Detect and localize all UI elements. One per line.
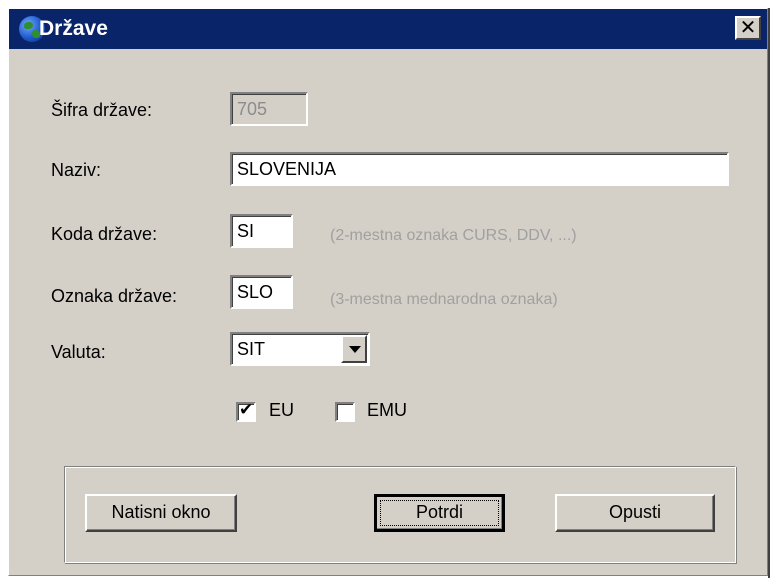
eu-label[interactable]: EU (269, 400, 294, 421)
close-icon: ✕ (739, 15, 757, 39)
close-button[interactable]: ✕ (735, 16, 761, 40)
naziv-label: Naziv: (51, 160, 102, 180)
naziv-field[interactable]: SLOVENIJA (230, 152, 729, 186)
oznaka-value: SLO (237, 282, 274, 302)
confirm-button[interactable]: Potrdi (374, 494, 505, 532)
valuta-value: SIT (237, 339, 266, 359)
chevron-down-icon (349, 346, 361, 353)
sifra-value: 705 (237, 99, 268, 119)
oznaka-hint: (3-mestna mednarodna oznaka) (330, 291, 558, 308)
valuta-select[interactable]: SIT (230, 332, 370, 366)
window-title: Države (39, 17, 108, 40)
koda-value: SI (237, 221, 255, 241)
print-window-button[interactable]: Natisni okno (85, 494, 237, 532)
sifra-label: Šifra države: (51, 100, 153, 120)
dropdown-button[interactable] (341, 335, 367, 363)
drzave-dialog: Države ✕ Šifra države: 705 Naziv: SLOVEN… (8, 8, 768, 576)
oznaka-field[interactable]: SLO (230, 275, 293, 309)
valuta-label: Valuta: (51, 342, 106, 362)
koda-field[interactable]: SI (230, 214, 293, 248)
eu-checkbox[interactable]: ✔ (236, 400, 256, 422)
check-icon: ✔ (239, 400, 254, 420)
emu-checkbox[interactable] (335, 402, 355, 422)
title-bar[interactable]: Države ✕ (9, 9, 767, 49)
emu-label[interactable]: EMU (367, 400, 407, 421)
cancel-button[interactable]: Opusti (555, 494, 715, 532)
sifra-field: 705 (230, 92, 308, 126)
oznaka-label: Oznaka države: (51, 286, 178, 306)
naziv-value: SLOVENIJA (237, 159, 337, 179)
koda-label: Koda države: (51, 224, 158, 244)
focus-rect (380, 500, 499, 526)
koda-hint: (2-mestna oznaka CURS, DDV, ...) (330, 227, 577, 244)
window-shadow (768, 8, 770, 578)
